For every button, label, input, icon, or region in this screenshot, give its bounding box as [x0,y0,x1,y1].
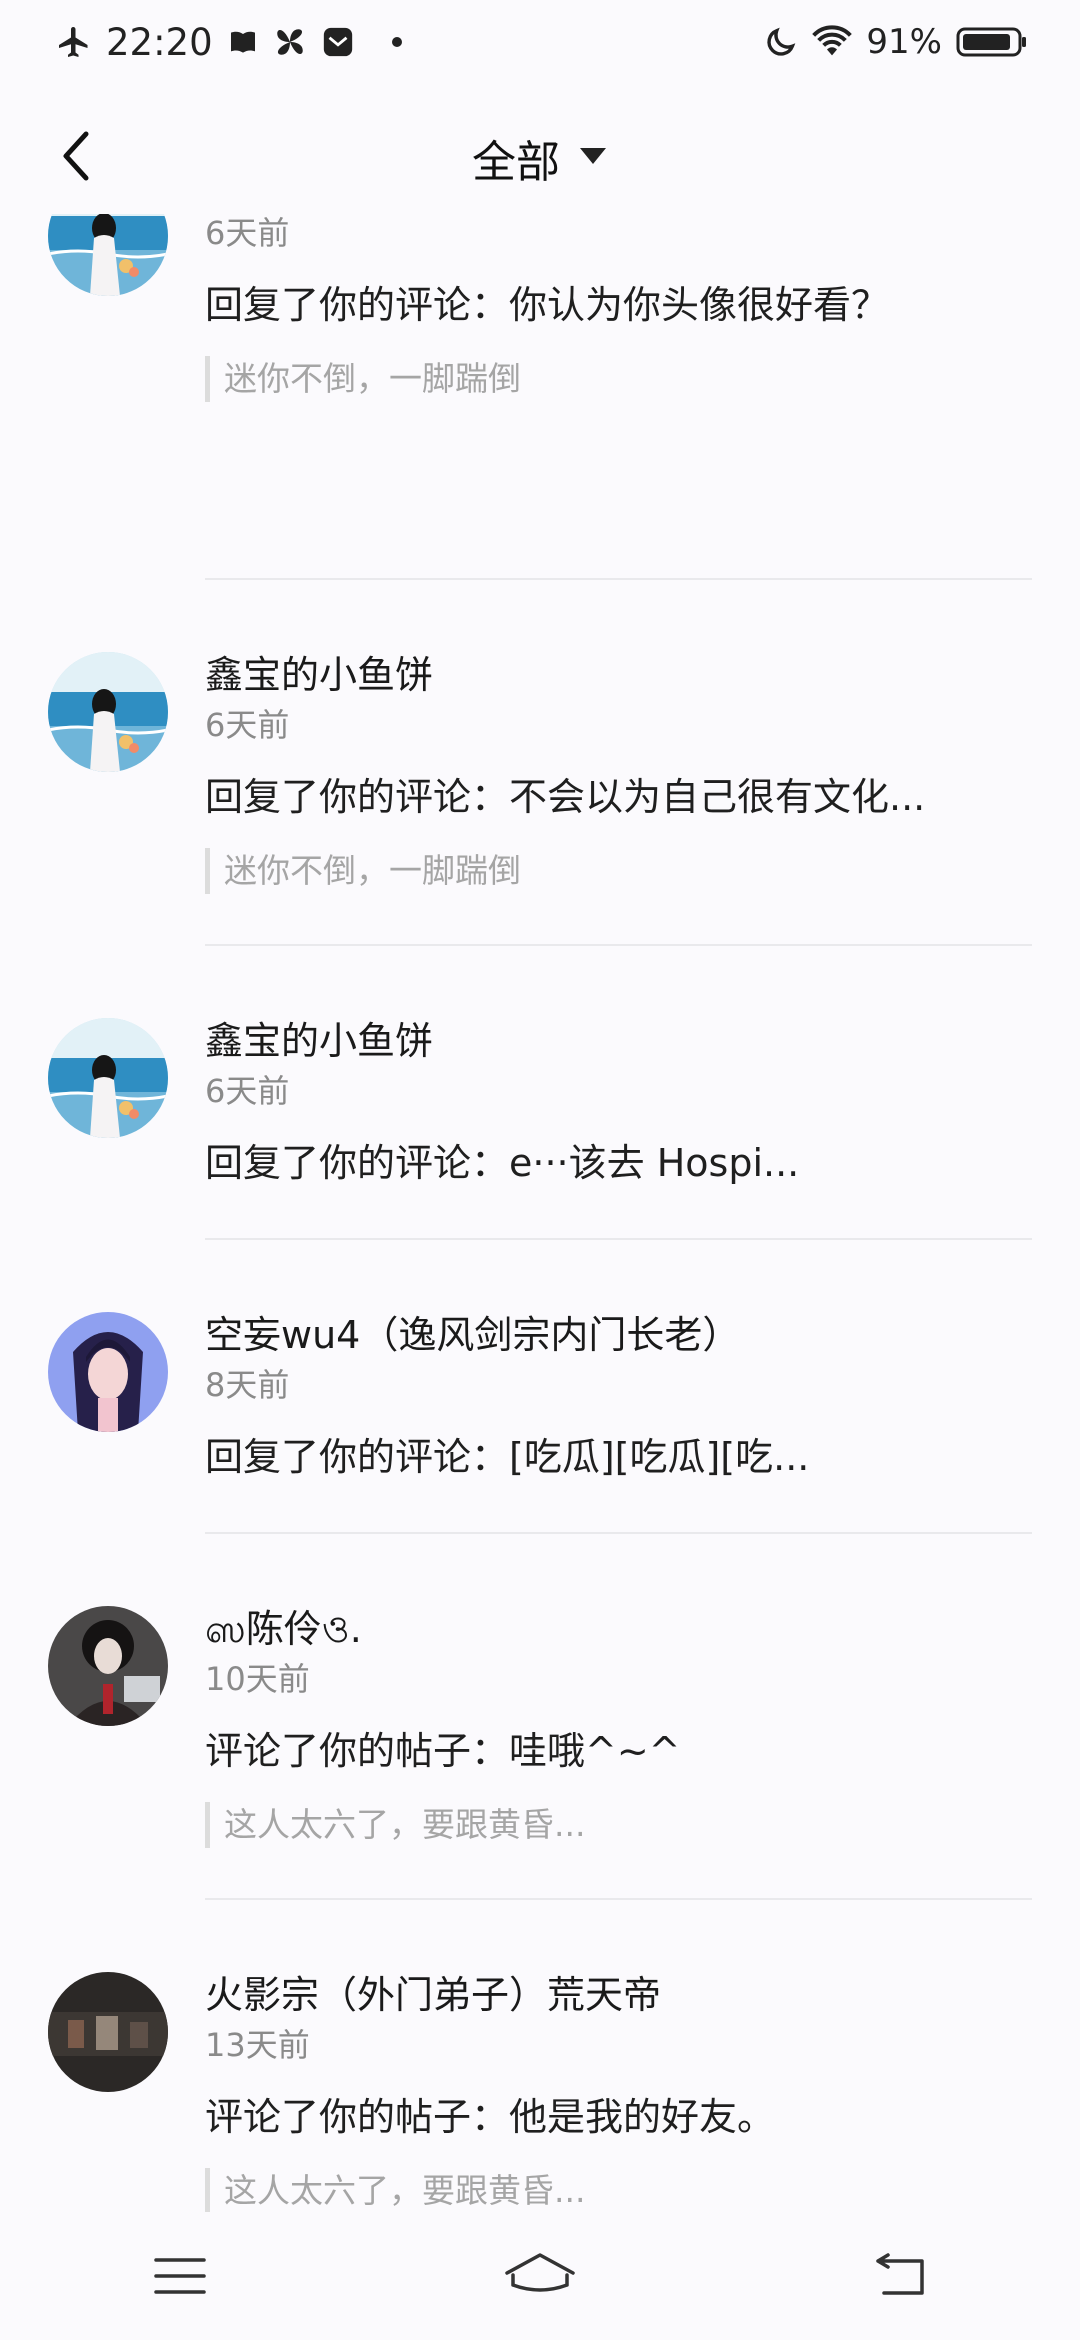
mail-app-icon [321,25,355,59]
timestamp: 13天前 [205,2026,310,2064]
timestamp: 6天前 [205,1072,290,1110]
username[interactable]: ஸ陈伶ও. [205,1604,1032,1654]
menu-icon [154,2258,206,2294]
dot-icon [391,36,403,48]
status-time: 22:20 [106,20,213,64]
status-right: 91% [764,22,1028,62]
back-button[interactable] [44,124,108,188]
quoted-comment: 这人太六了，要跟黄昏... [205,2168,1032,2212]
notification-item[interactable]: ஸ陈伶ও. 10天前 评论了你的帖子：哇哦^~^ 这人太六了，要跟黄昏... [0,1534,1080,1898]
pinwheel-icon [273,25,307,59]
dropdown-triangle-icon [578,146,608,170]
system-navigation-bar [0,2212,1080,2340]
username[interactable]: 空妄wu4（逸风剑宗内门长老） [205,1310,1032,1360]
notification-item[interactable]: 空妄wu4（逸风剑宗内门长老） 8天前 回复了你的评论：[吃瓜][吃瓜][吃..… [0,1240,1080,1532]
notification-list: 6天前 回复了你的评论：你认为你头像很好看？ 迷你不倒，一脚踹倒 鑫宝的小鱼饼 … [0,214,1080,2212]
message-text: 回复了你的评论：[吃瓜][吃瓜][吃... [205,1435,810,1479]
timestamp: 6天前 [205,706,290,744]
book-icon [227,26,259,58]
moon-icon [764,25,798,59]
filter-dropdown[interactable]: 全部 [0,84,1080,232]
notification-content: 6天前 回复了你的评论：你认为你头像很好看？ 迷你不倒，一脚踹倒 [205,214,1032,402]
quoted-comment: 这人太六了，要跟黄昏... [205,1802,1032,1848]
timestamp: 10天前 [205,1660,310,1698]
message-text: 评论了你的帖子：哇哦^~^ [205,1729,681,1773]
timestamp: 6天前 [205,214,290,252]
filter-label: 全部 [472,137,560,188]
message-text: 回复了你的评论：你认为你头像很好看？ [205,283,890,327]
wifi-icon [812,25,853,59]
back-nav-button[interactable] [840,2226,960,2326]
username[interactable]: 鑫宝的小鱼饼 [205,650,1032,700]
notification-content: ஸ陈伶ও. 10天前 评论了你的帖子：哇哦^~^ 这人太六了，要跟黄昏... [205,1534,1032,1848]
timestamp: 8天前 [205,1366,290,1404]
message-text: 回复了你的评论：不会以为自己很有文化... [205,775,926,819]
username[interactable]: 鑫宝的小鱼饼 [205,1016,1032,1066]
notification-item[interactable]: 鑫宝的小鱼饼 6天前 回复了你的评论：不会以为自己很有文化... 迷你不倒，一脚… [0,580,1080,944]
battery-percent: 91% [866,22,942,62]
notification-content: 鑫宝的小鱼饼 6天前 回复了你的评论：不会以为自己很有文化... 迷你不倒，一脚… [205,580,1032,894]
notification-content: 鑫宝的小鱼饼 6天前 回复了你的评论：e···该去 Hospi... [205,946,1032,1188]
menu-button[interactable] [120,2226,240,2326]
notification-content: 火影宗（外门弟子）荒天帝 13天前 评论了你的帖子：他是我的好友。 这人太六了，… [205,1900,1032,2212]
quoted-comment: 迷你不倒，一脚踹倒 [205,356,1032,402]
username[interactable]: 火影宗（外门弟子）荒天帝 [205,1970,1032,2020]
nav-bar: 全部 [0,84,1080,232]
avatar[interactable] [48,1606,168,1726]
avatar[interactable] [48,1312,168,1432]
back-icon [876,2253,924,2295]
notification-item[interactable]: 6天前 回复了你的评论：你认为你头像很好看？ 迷你不倒，一脚踹倒 [0,214,1080,578]
avatar[interactable] [48,1018,168,1138]
avatar[interactable] [48,214,168,296]
home-button[interactable] [480,2226,600,2326]
avatar[interactable] [48,1972,168,2092]
notification-item[interactable]: 鑫宝的小鱼饼 6天前 回复了你的评论：e···该去 Hospi... [0,946,1080,1238]
airplane-icon [56,24,92,60]
avatar[interactable] [48,652,168,772]
notification-content: 空妄wu4（逸风剑宗内门长老） 8天前 回复了你的评论：[吃瓜][吃瓜][吃..… [205,1240,1032,1482]
quoted-comment: 迷你不倒，一脚踹倒 [205,848,1032,894]
battery-icon [956,25,1028,59]
status-left: 22:20 [56,21,403,64]
status-bar: 22:20 91% [0,0,1080,84]
notification-item[interactable]: 火影宗（外门弟子）荒天帝 13天前 评论了你的帖子：他是我的好友。 这人太六了，… [0,1900,1080,2212]
home-icon [505,2253,575,2292]
back-arrow-icon [63,131,89,181]
message-text: 回复了你的评论：e···该去 Hospi... [205,1141,800,1185]
message-text: 评论了你的帖子：他是我的好友。 [205,2095,776,2139]
